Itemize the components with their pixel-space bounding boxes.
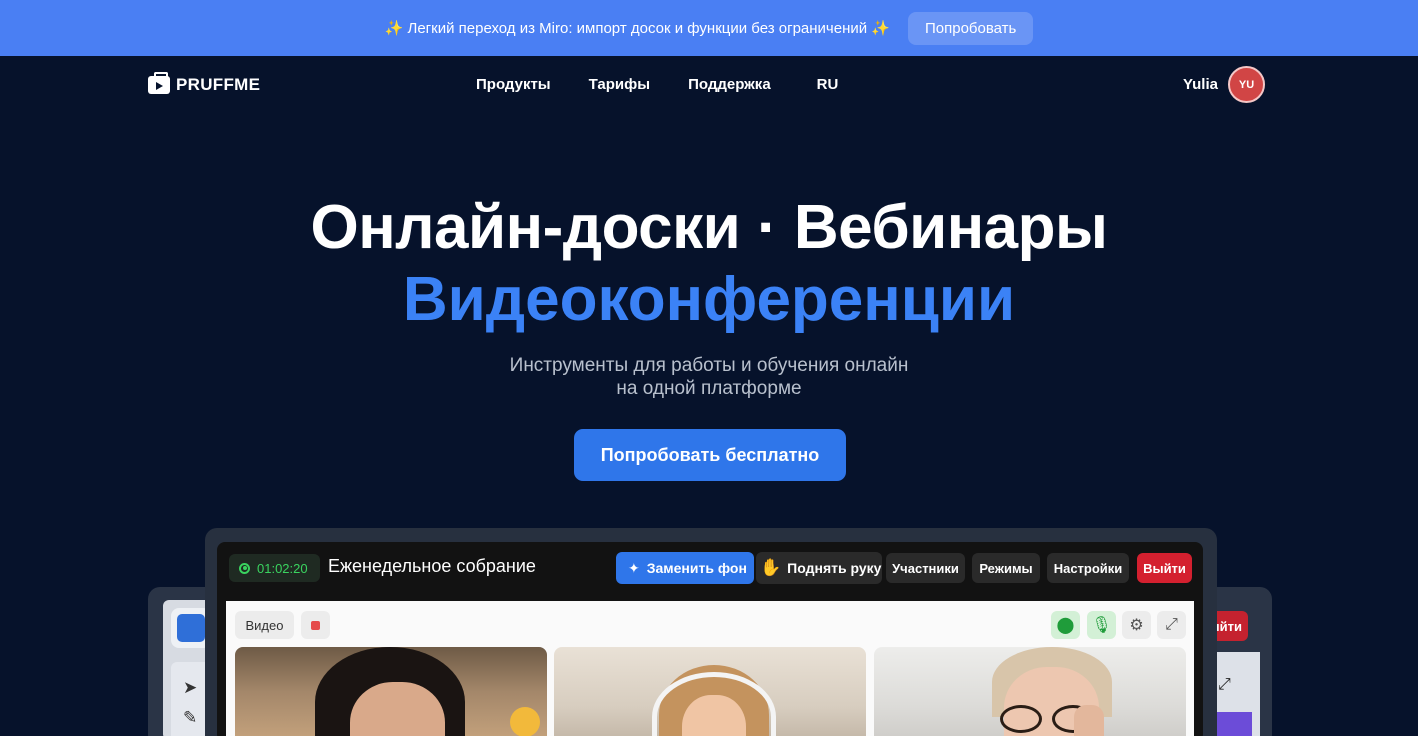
avatar[interactable]: YU: [1228, 66, 1265, 103]
modes-button[interactable]: Режимы: [972, 553, 1040, 583]
sparkle-right-icon: ✨: [871, 20, 890, 37]
hero-subtitle-line1: Инструменты для работы и обучения онлайн: [509, 355, 909, 376]
recording-dot-icon: [239, 562, 250, 574]
nav-item-pricing[interactable]: Тарифы: [589, 76, 650, 93]
settings-button[interactable]: Настройки: [1047, 553, 1129, 583]
stop-icon: [311, 620, 320, 630]
board-logo-icon: [177, 614, 205, 642]
nav-item-products[interactable]: Продукты: [476, 76, 551, 93]
participant-video-1: [235, 647, 547, 736]
participant-3-hand: [1074, 705, 1104, 736]
participant-video-3: [874, 647, 1186, 736]
hero-title: Онлайн-доски · Вебинары: [310, 193, 1108, 262]
expand-icon[interactable]: ⤢: [1218, 676, 1231, 694]
sparkle-left-icon: ✨: [384, 20, 404, 37]
logo-briefcase-icon: [148, 72, 170, 94]
exit-button[interactable]: Выйти: [1137, 553, 1192, 583]
language-switcher[interactable]: RU: [817, 76, 839, 93]
top-nav: PRUFFME Продукты Тарифы Поддержка RU Yul…: [0, 56, 1418, 114]
replace-background-label: Заменить фон: [646, 560, 747, 576]
participant-video-2: [554, 647, 866, 736]
nav-item-support[interactable]: Поддержка: [688, 76, 771, 93]
participants-button[interactable]: Участники: [886, 553, 965, 583]
promo-text: ✨ Легкий переход из Miro: импорт досок и…: [385, 19, 890, 37]
fullscreen-icon[interactable]: ⤢: [1157, 611, 1186, 639]
promo-banner: ✨ Легкий переход из Miro: импорт досок и…: [0, 0, 1418, 56]
cursor-icon[interactable]: ➤: [183, 678, 197, 698]
video-tab[interactable]: Видео: [235, 611, 294, 639]
hand-icon: ✋: [760, 558, 782, 577]
record-button[interactable]: [301, 611, 330, 639]
promo-try-button[interactable]: Попробовать: [907, 11, 1034, 45]
raise-hand-label: Поднять руку: [787, 560, 882, 576]
hero-title-accent: Видеоконференции: [402, 265, 1016, 334]
main-menu: Продукты Тарифы Поддержка RU: [476, 76, 838, 93]
location-pin-icon[interactable]: ⬤: [1051, 611, 1080, 639]
hero-subtitle: Инструменты для работы и обучения онлайн…: [0, 354, 1418, 400]
pencil-icon[interactable]: ✎: [183, 708, 197, 728]
user-menu[interactable]: Yulia YU: [1183, 66, 1265, 103]
raise-hand-button[interactable]: ✋ Поднять руку: [756, 552, 882, 584]
replace-background-button[interactable]: ✦ Заменить фон: [616, 552, 754, 584]
hero-subtitle-line2: на одной платформе: [616, 378, 802, 399]
promo-message: Легкий переход из Miro: импорт досок и ф…: [407, 20, 868, 37]
microphone-icon[interactable]: 🎙: [1087, 611, 1116, 639]
user-name: Yulia: [1182, 76, 1218, 93]
timer-value: 01:02:20: [257, 560, 308, 576]
try-free-button[interactable]: Попробовать бесплатно: [574, 429, 846, 481]
logo[interactable]: PRUFFME: [148, 72, 261, 95]
gear-icon[interactable]: ⚙: [1122, 611, 1151, 639]
meeting-timer: 01:02:20: [229, 554, 320, 582]
meeting-title: Еженедельное собрание: [328, 556, 536, 576]
sparkles-icon: ✦: [628, 559, 640, 576]
flowers-decoration: [510, 707, 540, 736]
logo-text: PRUFFME: [176, 75, 261, 94]
